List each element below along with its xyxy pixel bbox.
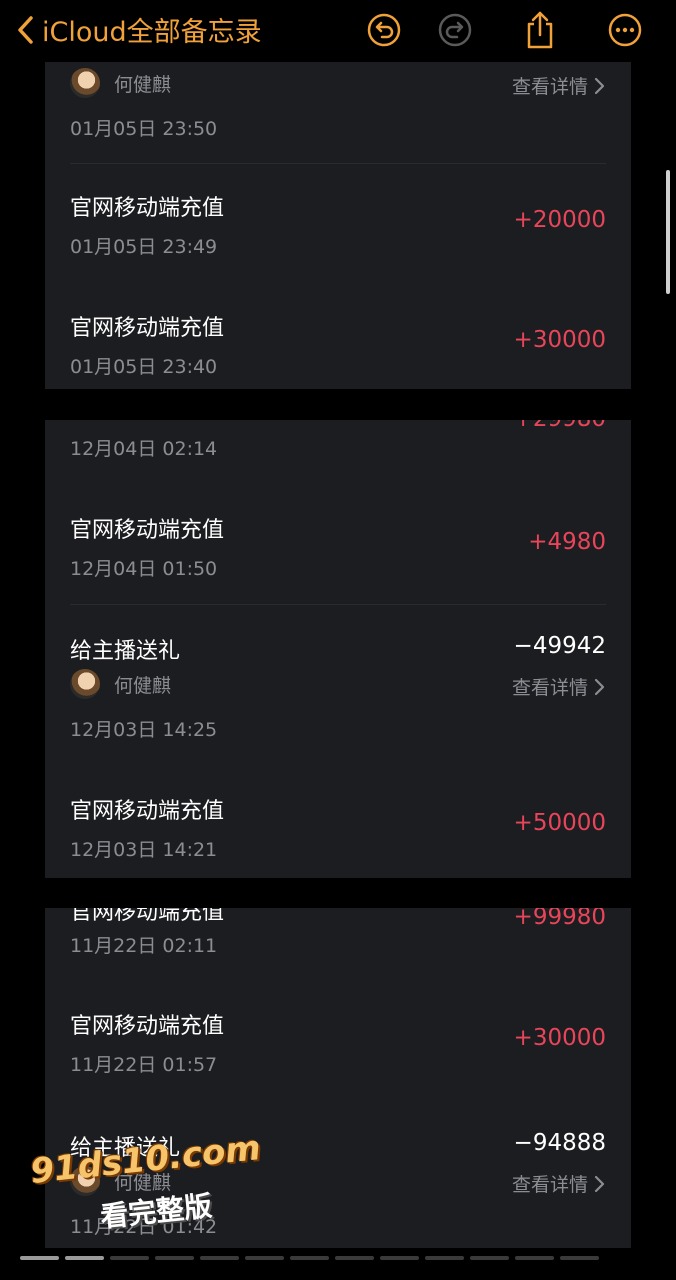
transaction-time: 11月22日 02:11 bbox=[70, 935, 218, 957]
page-dot bbox=[155, 1256, 194, 1260]
chevron-right-icon bbox=[594, 77, 605, 94]
divider bbox=[70, 163, 606, 164]
view-details-link[interactable]: 查看详情 bbox=[512, 72, 606, 99]
view-details-label: 查看详情 bbox=[511, 677, 588, 699]
transaction-time: 12月04日 02:14 bbox=[70, 438, 218, 460]
transaction-title: 官网移动端充值 bbox=[70, 799, 225, 824]
transaction-amount: +4980 bbox=[528, 529, 606, 555]
page-dot bbox=[560, 1256, 599, 1260]
user-name: 何健麒 bbox=[114, 73, 172, 96]
top-bar: iCloud全部备忘录 bbox=[0, 0, 676, 62]
transaction-card-1: 何健麒 查看详情 01月05日 23:50 官网移动端充值 +20000 01月… bbox=[45, 62, 631, 389]
transaction-title: 官网移动端充值 bbox=[70, 1014, 225, 1039]
transaction-amount: +30000 bbox=[513, 1025, 606, 1051]
page-dot bbox=[200, 1256, 239, 1260]
gift-user[interactable]: 何健麒 bbox=[70, 669, 171, 699]
page-indicator bbox=[20, 1256, 599, 1260]
transaction-amount: +29980 bbox=[514, 420, 606, 432]
undo-icon[interactable] bbox=[364, 10, 404, 50]
view-details-label: 查看详情 bbox=[511, 76, 588, 98]
page-dot bbox=[110, 1256, 149, 1260]
avatar bbox=[70, 669, 100, 699]
scrollbar[interactable] bbox=[666, 170, 670, 294]
view-details-link[interactable]: 查看详情 bbox=[512, 673, 606, 700]
chevron-right-icon bbox=[594, 1175, 605, 1192]
back-button[interactable]: iCloud全部备忘录 bbox=[16, 10, 262, 49]
chevron-right-icon bbox=[594, 678, 605, 695]
page-dot bbox=[245, 1256, 284, 1260]
chevron-left-icon bbox=[18, 15, 33, 44]
divider bbox=[70, 604, 606, 605]
transaction-amount: −94888 bbox=[513, 1130, 606, 1156]
page-dot bbox=[20, 1256, 59, 1260]
page-dot bbox=[425, 1256, 464, 1260]
share-icon[interactable] bbox=[520, 10, 560, 50]
transaction-time: 12月03日 14:21 bbox=[70, 839, 218, 861]
transaction-amount: +99980 bbox=[513, 908, 606, 930]
transaction-time: 01月05日 23:40 bbox=[70, 356, 218, 378]
transaction-title: 给主播送礼 bbox=[70, 639, 181, 664]
transaction-time: 12月04日 01:50 bbox=[70, 558, 218, 580]
page-dot bbox=[380, 1256, 419, 1260]
transaction-title: 官网移动端充值 bbox=[70, 316, 225, 341]
transaction-title: 官网移动端充值 bbox=[70, 196, 225, 221]
avatar bbox=[70, 68, 100, 98]
transaction-time: 11月22日 01:57 bbox=[70, 1054, 218, 1076]
transaction-amount: +20000 bbox=[513, 207, 606, 233]
transaction-time: 01月05日 23:50 bbox=[70, 118, 218, 140]
transaction-amount: +50000 bbox=[513, 810, 606, 836]
page-dot bbox=[65, 1256, 104, 1260]
page-dot bbox=[290, 1256, 329, 1260]
transaction-time: 01月05日 23:49 bbox=[70, 236, 218, 258]
transaction-amount: +30000 bbox=[513, 327, 606, 353]
transaction-title: 官网移动端充值 bbox=[70, 518, 225, 543]
transaction-amount: −49942 bbox=[513, 633, 606, 659]
view-details-label: 查看详情 bbox=[511, 1174, 588, 1196]
transaction-card-2: +29980 12月04日 02:14 官网移动端充值 +4980 12月04日… bbox=[45, 420, 631, 878]
transaction-time: 12月03日 14:25 bbox=[70, 719, 218, 741]
more-icon[interactable] bbox=[605, 10, 645, 50]
page-dot bbox=[335, 1256, 374, 1260]
page-dot bbox=[515, 1256, 554, 1260]
redo-icon[interactable] bbox=[435, 10, 475, 50]
view-details-link[interactable]: 查看详情 bbox=[512, 1170, 606, 1197]
gift-user[interactable]: 何健麒 bbox=[70, 68, 171, 98]
back-label: iCloud全部备忘录 bbox=[42, 17, 262, 48]
transaction-title: 官网移动端充值 bbox=[70, 908, 225, 925]
page-dot bbox=[470, 1256, 509, 1260]
user-name: 何健麒 bbox=[114, 674, 172, 697]
